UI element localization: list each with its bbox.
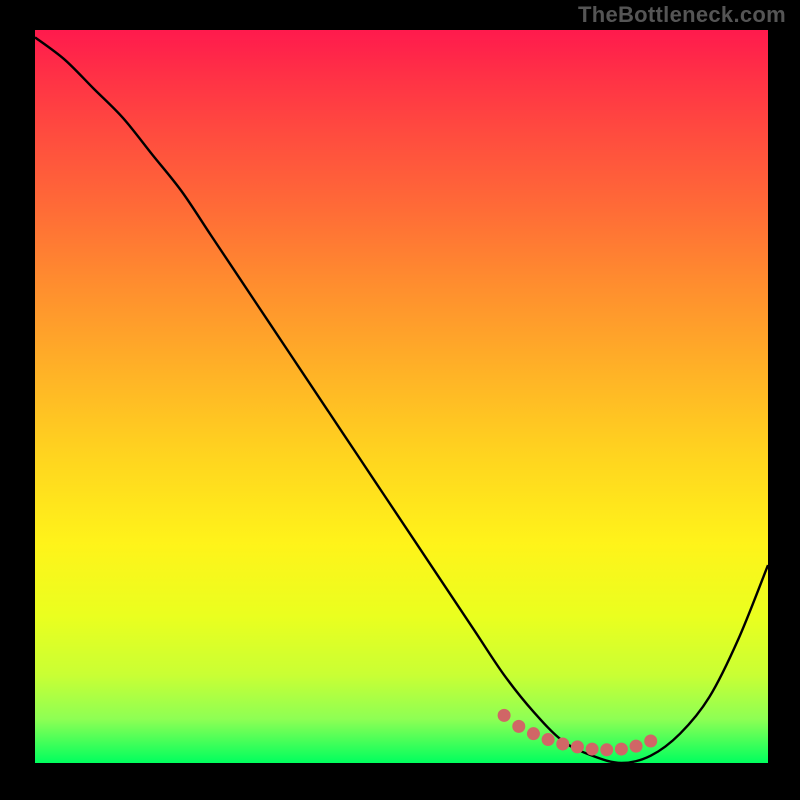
marker-dot (512, 720, 525, 733)
marker-dot (630, 740, 643, 753)
plot-area (35, 30, 768, 763)
marker-dot (586, 743, 599, 756)
marker-dot (571, 740, 584, 753)
marker-dot (615, 743, 628, 756)
marker-dot (600, 743, 613, 756)
marker-dot (556, 737, 569, 750)
marker-dot (498, 709, 511, 722)
bottleneck-curve (35, 30, 768, 763)
marker-dot (644, 735, 657, 748)
marker-dot (542, 733, 555, 746)
chart-container: TheBottleneck.com (0, 0, 800, 800)
watermark-text: TheBottleneck.com (578, 2, 786, 28)
marker-dot (527, 727, 540, 740)
marker-dots-layer (35, 30, 768, 763)
